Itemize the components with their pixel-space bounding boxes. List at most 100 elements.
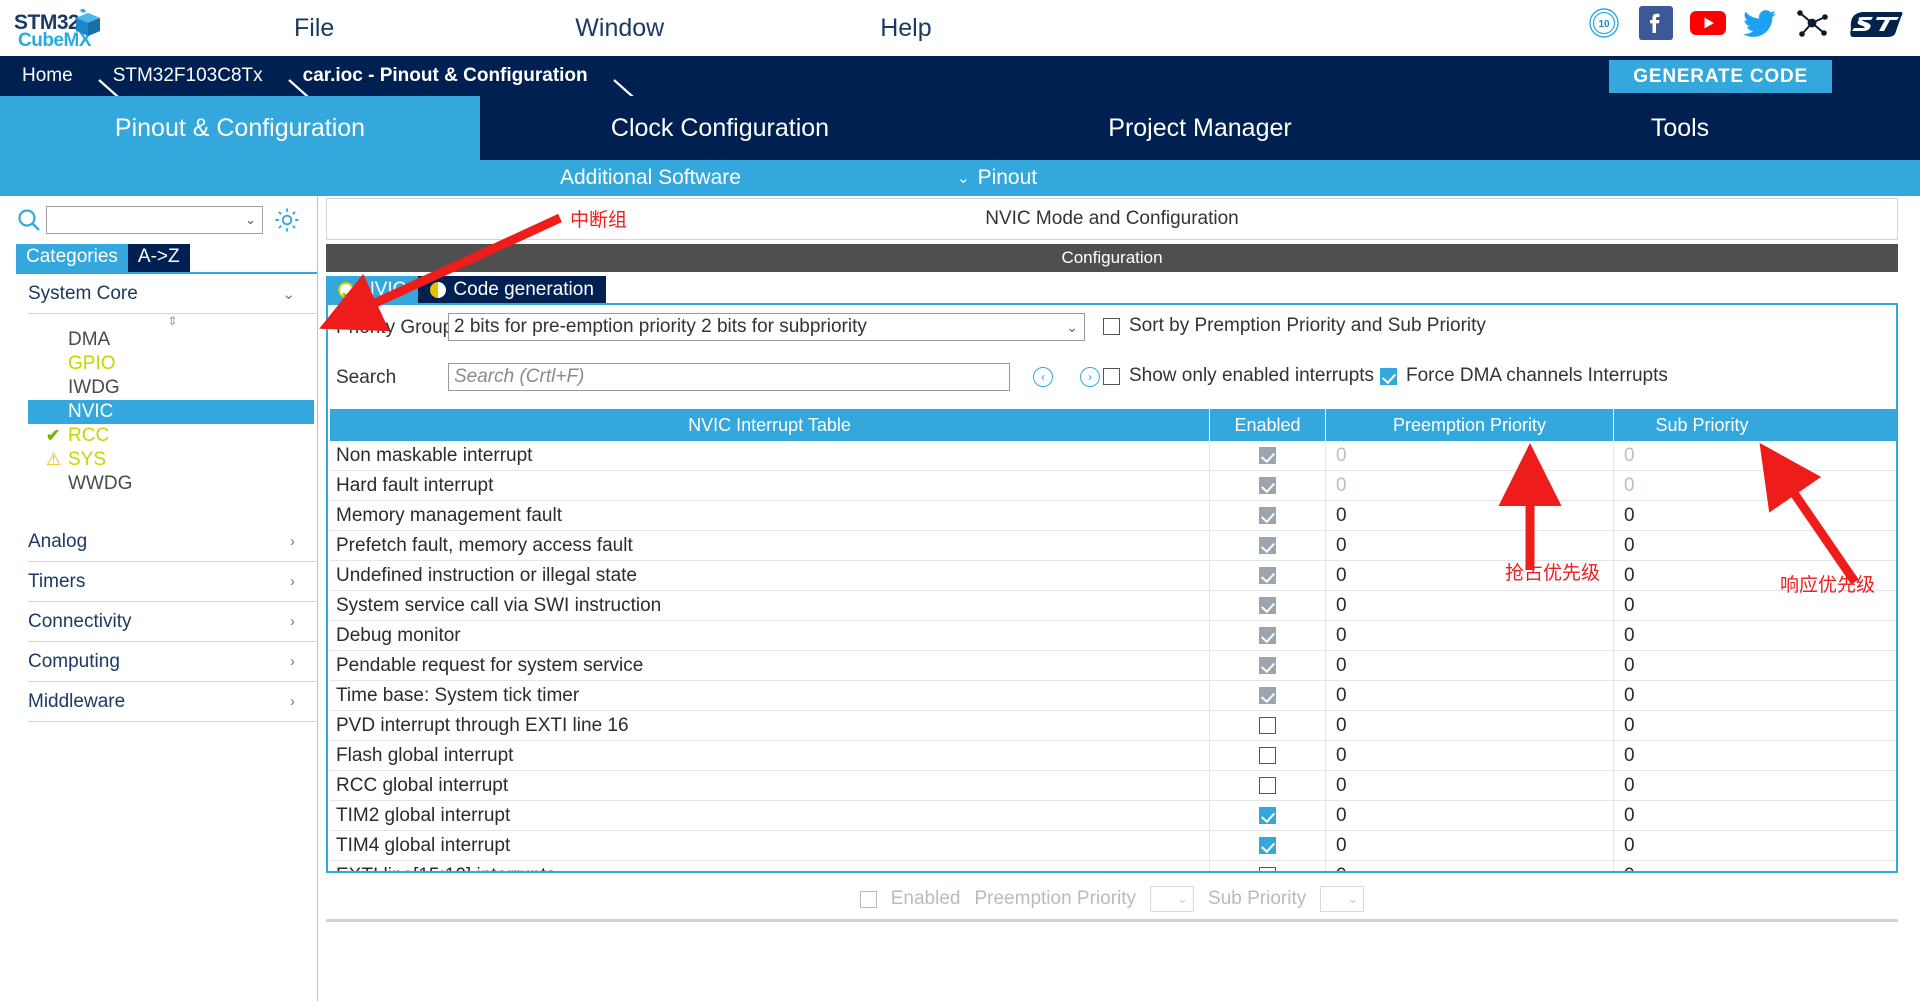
pane-tab-nvic[interactable]: NVIC: [326, 276, 419, 303]
menu-window[interactable]: Window: [547, 14, 692, 43]
enabled-checkbox[interactable]: [1259, 837, 1276, 854]
tab-project-manager[interactable]: Project Manager: [960, 96, 1440, 160]
chevron-left-circle-icon[interactable]: ‹: [1033, 367, 1053, 387]
table-row[interactable]: PVD interrupt through EXTI line 16 0 0: [330, 711, 1896, 741]
footer-enabled-checkbox[interactable]: [859, 890, 877, 908]
search-input[interactable]: Search (Crtl+F): [448, 363, 1010, 391]
preemption-priority-cell[interactable]: 0: [1326, 591, 1614, 620]
sub-priority-cell[interactable]: 0: [1614, 711, 1790, 740]
gear-icon[interactable]: [273, 206, 301, 234]
enabled-cell[interactable]: [1210, 711, 1326, 740]
preemption-priority-cell[interactable]: 0: [1326, 771, 1614, 800]
column-header-nvic-interrupt-table[interactable]: NVIC Interrupt Table: [330, 409, 1210, 441]
chevron-right-circle-icon[interactable]: ›: [1080, 367, 1100, 387]
table-row[interactable]: Pendable request for system service 0 0: [330, 651, 1896, 681]
enabled-cell[interactable]: [1210, 801, 1326, 830]
preemption-priority-cell[interactable]: 0: [1326, 711, 1614, 740]
force-dma-channels-interrupts-row[interactable]: Force DMA channels Interrupts: [1380, 365, 1668, 387]
preemption-priority-cell[interactable]: 0: [1326, 681, 1614, 710]
show-only-enabled-interrupts-checkbox[interactable]: [1103, 367, 1120, 385]
breadcrumb-current[interactable]: car.ioc - Pinout & Configuration: [281, 56, 618, 96]
twitter-icon[interactable]: [1742, 5, 1778, 41]
sub-priority-cell[interactable]: 0: [1614, 501, 1790, 530]
table-row[interactable]: Prefetch fault, memory access fault 0 0: [330, 531, 1896, 561]
sidebar-group-header-system-core[interactable]: System Core ⌄: [28, 274, 317, 314]
enabled-cell[interactable]: [1210, 591, 1326, 620]
enabled-cell[interactable]: [1210, 621, 1326, 650]
table-row[interactable]: System service call via SWI instruction 0…: [330, 591, 1896, 621]
sub-priority-cell[interactable]: 0: [1614, 531, 1790, 560]
sub-priority-cell[interactable]: 0: [1614, 651, 1790, 680]
footer-preemption-select[interactable]: ⌄: [1150, 886, 1195, 912]
tab-a-to-z[interactable]: A->Z: [127, 244, 190, 272]
sidebar-group-header-computing[interactable]: Computing ›: [28, 642, 317, 682]
preemption-priority-cell[interactable]: 0: [1326, 831, 1614, 860]
tab-clock-configuration[interactable]: Clock Configuration: [480, 96, 960, 160]
sub-priority-cell[interactable]: 0: [1614, 861, 1790, 872]
breadcrumb-device[interactable]: STM32F103C8Tx: [91, 56, 293, 96]
youtube-icon[interactable]: [1690, 5, 1726, 41]
table-row[interactable]: Undefined instruction or illegal state 0 0: [330, 561, 1896, 591]
priority-group-select[interactable]: 2 bits for pre-emption priority 2 bits f…: [448, 313, 1085, 341]
enabled-checkbox[interactable]: [1259, 867, 1276, 871]
preemption-priority-cell[interactable]: 0: [1326, 801, 1614, 830]
preemption-priority-cell[interactable]: 0: [1326, 441, 1614, 470]
table-row[interactable]: Non maskable interrupt 0 0: [330, 441, 1896, 471]
enabled-cell[interactable]: [1210, 441, 1326, 470]
enabled-cell[interactable]: [1210, 741, 1326, 770]
table-row[interactable]: TIM4 global interrupt 0 0: [330, 831, 1896, 861]
search-icon[interactable]: [16, 207, 42, 233]
menu-file[interactable]: File: [266, 14, 362, 43]
sidebar-item-iwdg[interactable]: IWDG: [28, 376, 317, 400]
sidebar-item-sys[interactable]: ⚠ SYS: [28, 448, 317, 472]
scroll-up-down-handle[interactable]: ⇕: [28, 314, 317, 328]
sub-priority-cell[interactable]: 0: [1614, 441, 1790, 470]
tab-pinout-configuration[interactable]: Pinout & Configuration: [0, 96, 480, 160]
enabled-cell[interactable]: [1210, 831, 1326, 860]
table-row[interactable]: Time base: System tick timer 0 0: [330, 681, 1896, 711]
pane-tab-code-generation[interactable]: Code generation: [418, 276, 606, 303]
menu-help[interactable]: Help: [852, 14, 959, 43]
enabled-cell[interactable]: [1210, 771, 1326, 800]
preemption-priority-cell[interactable]: 0: [1326, 861, 1614, 871]
table-row[interactable]: Memory management fault 0 0: [330, 501, 1896, 531]
sub-priority-cell[interactable]: 0: [1614, 621, 1790, 650]
enabled-cell[interactable]: [1210, 501, 1326, 530]
column-header-sub-priority[interactable]: Sub Priority: [1614, 409, 1790, 441]
enabled-checkbox[interactable]: [1259, 777, 1276, 794]
preemption-priority-cell[interactable]: 0: [1326, 651, 1614, 680]
sub-priority-cell[interactable]: 0: [1614, 831, 1790, 860]
sidebar-group-header-middleware[interactable]: Middleware ›: [28, 682, 317, 722]
footer-sub-select[interactable]: ⌄: [1320, 886, 1365, 912]
table-row[interactable]: RCC global interrupt 0 0: [330, 771, 1896, 801]
sort-by-premption-priority-checkbox[interactable]: [1103, 317, 1120, 335]
breadcrumb-home[interactable]: Home: [0, 56, 103, 96]
column-header-preemption-priority[interactable]: Preemption Priority: [1326, 409, 1614, 441]
facebook-icon[interactable]: [1638, 5, 1674, 41]
column-header-enabled[interactable]: Enabled: [1210, 409, 1326, 441]
sidebar-item-rcc[interactable]: ✔ RCC: [28, 424, 317, 448]
sidebar-group-header-connectivity[interactable]: Connectivity ›: [28, 602, 317, 642]
preemption-priority-cell[interactable]: 0: [1326, 531, 1614, 560]
table-row[interactable]: Hard fault interrupt 0 0: [330, 471, 1896, 501]
generate-code-button[interactable]: GENERATE CODE: [1609, 60, 1832, 93]
enabled-cell[interactable]: [1210, 531, 1326, 560]
community-icon[interactable]: [1794, 5, 1830, 41]
additional-software-button[interactable]: Additional Software: [560, 166, 741, 190]
sort-by-premption-priority-row[interactable]: Sort by Premption Priority and Sub Prior…: [1103, 315, 1486, 337]
tab-tools[interactable]: Tools: [1440, 96, 1920, 160]
sidebar-item-dma[interactable]: DMA: [28, 328, 317, 352]
sub-priority-cell[interactable]: 0: [1614, 741, 1790, 770]
preemption-priority-cell[interactable]: 0: [1326, 741, 1614, 770]
tab-categories[interactable]: Categories: [16, 244, 128, 272]
sub-priority-cell[interactable]: 0: [1614, 591, 1790, 620]
enabled-cell[interactable]: [1210, 651, 1326, 680]
preemption-priority-cell[interactable]: 0: [1326, 621, 1614, 650]
sidebar-item-gpio[interactable]: GPIO: [28, 352, 317, 376]
table-row[interactable]: Flash global interrupt 0 0: [330, 741, 1896, 771]
enabled-checkbox[interactable]: [1259, 747, 1276, 764]
search-input[interactable]: ⌄: [46, 206, 263, 234]
pinout-menu[interactable]: ⌄ Pinout: [957, 166, 1037, 190]
enabled-cell[interactable]: [1210, 861, 1326, 871]
sub-priority-cell[interactable]: 0: [1614, 801, 1790, 830]
